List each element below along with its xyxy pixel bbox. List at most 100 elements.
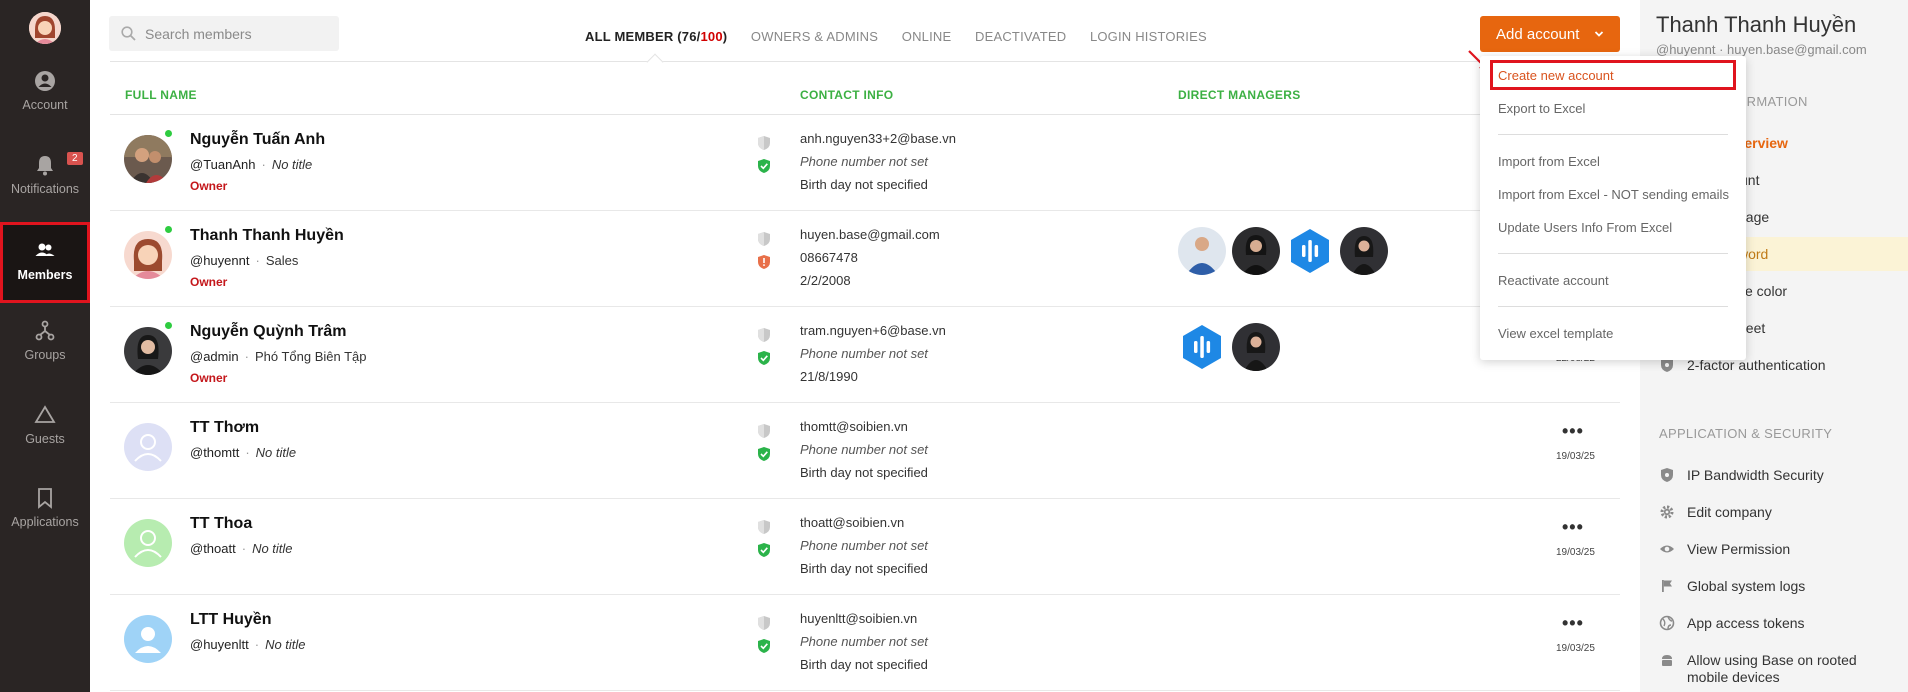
tabs-divider <box>110 61 1620 62</box>
member-handle-line: @TuanAnh · No title <box>190 157 313 172</box>
member-name[interactable]: TT Thoa <box>190 515 252 533</box>
nav-applications-label: Applications <box>11 515 79 529</box>
member-birthday: Birth day not specified <box>800 561 928 576</box>
manager-avatar[interactable] <box>1340 227 1388 275</box>
menu-reactivate-account[interactable]: Reactivate account <box>1498 273 1609 288</box>
member-handle-line: @huyennt · Sales <box>190 253 299 268</box>
member-username: @huyennt <box>190 253 250 268</box>
nav-members-label: Members <box>17 268 73 282</box>
member-title: No title <box>265 637 306 652</box>
member-phone: Phone number not set <box>800 634 928 649</box>
member-phone: Phone number not set <box>800 346 928 361</box>
members-icon <box>35 243 55 256</box>
manager-avatar-base-logo[interactable] <box>1178 323 1226 371</box>
search-box[interactable] <box>109 16 339 51</box>
more-options-button[interactable]: ••• <box>1562 613 1584 634</box>
more-options-button[interactable]: ••• <box>1562 517 1584 538</box>
member-title: Phó Tổng Biên Tập <box>254 349 367 364</box>
member-role-badge: Owner <box>190 179 228 193</box>
shield-check-icon <box>758 639 770 653</box>
member-name[interactable]: Thanh Thanh Huyền <box>190 227 344 245</box>
globe-icon <box>1659 615 1675 631</box>
tab-online[interactable]: ONLINE <box>902 29 952 44</box>
col-header-contact-info: CONTACT INFO <box>800 88 894 102</box>
shield-gray-icon <box>758 424 770 438</box>
member-avatar-placeholder[interactable] <box>124 423 172 471</box>
more-options-button[interactable]: ••• <box>1562 421 1584 442</box>
menu-view-excel-template[interactable]: View excel template <box>1498 326 1613 341</box>
add-account-button[interactable]: Add account <box>1480 16 1620 52</box>
search-input[interactable] <box>145 16 335 51</box>
member-birthday: 2/2/2008 <box>800 273 851 288</box>
nav-groups[interactable]: Groups <box>0 320 90 400</box>
add-account-dropdown: Create new account Export to Excel Impor… <box>1480 56 1746 360</box>
manager-avatar-base-logo[interactable] <box>1286 227 1334 275</box>
member-avatar[interactable] <box>124 231 172 279</box>
menu-global-logs[interactable]: Global system logs <box>1640 569 1908 603</box>
member-title: No title <box>255 445 297 460</box>
menu-create-new-account[interactable]: Create new account <box>1498 68 1614 83</box>
member-avatar[interactable] <box>124 135 172 183</box>
member-name[interactable]: LTT Huyền <box>190 611 271 629</box>
user-avatar[interactable] <box>29 12 61 44</box>
tab-owners-admins[interactable]: OWNERS & ADMINS <box>751 29 878 44</box>
tab-login-histories[interactable]: LOGIN HISTORIES <box>1090 29 1207 44</box>
shield-gray-icon <box>758 136 770 150</box>
nav-notifications-label: Notifications <box>10 182 80 196</box>
member-username: @huyenltt <box>190 637 249 652</box>
member-email: anh.nguyen33+2@base.vn <box>800 131 956 146</box>
shield-gray-icon <box>758 616 770 630</box>
member-row[interactable]: Nguyễn Quỳnh Trâm @admin · Phó Tổng Biên T… <box>110 307 1620 403</box>
member-name[interactable]: TT Thơm <box>190 419 259 437</box>
member-row[interactable]: Nguyễn Tuấn Anh @TuanAnh · No title Owner … <box>110 115 1620 211</box>
menu-rooted-devices[interactable]: Allow using Base on rooted mobile device… <box>1640 643 1908 691</box>
menu-edit-company[interactable]: Edit company <box>1640 495 1908 529</box>
member-row[interactable]: TT Thoa @thoatt · No title thoatt@soibien.… <box>110 499 1620 595</box>
online-indicator <box>164 225 173 234</box>
member-avatar[interactable] <box>124 327 172 375</box>
member-avatar-placeholder[interactable] <box>124 519 172 567</box>
member-name[interactable]: Nguyễn Quỳnh Trâm <box>190 323 346 341</box>
member-birthday: 21/8/1990 <box>800 369 858 384</box>
member-username: @thomtt <box>190 445 240 460</box>
member-row[interactable]: TT Thơm @thomtt · No title thomtt@soibien.… <box>110 403 1620 499</box>
manager-avatar[interactable] <box>1232 323 1280 371</box>
shield-gray-icon <box>758 232 770 246</box>
member-phone: Phone number not set <box>800 442 928 457</box>
nav-guests[interactable]: Guests <box>0 404 90 484</box>
profile-subtitle: @huyennt · huyen.base@gmail.com <box>1656 42 1867 57</box>
menu-export-excel[interactable]: Export to Excel <box>1498 101 1585 116</box>
shield-check-icon <box>758 447 770 461</box>
tab-all-member[interactable]: ALL MEMBER (76/100) <box>585 29 727 44</box>
shield-check-icon <box>758 543 770 557</box>
account-icon <box>35 71 55 91</box>
member-birthday: Birth day not specified <box>800 465 928 480</box>
member-handle-line: @admin · Phó Tổng Biên Tập <box>190 349 367 364</box>
menu-import-excel[interactable]: Import from Excel <box>1498 154 1600 169</box>
nav-members[interactable]: Members <box>0 222 90 303</box>
member-title: No title <box>271 157 313 172</box>
member-phone: Phone number not set <box>800 154 928 169</box>
manager-avatar[interactable] <box>1178 227 1226 275</box>
member-email: tram.nguyen+6@base.vn <box>800 323 946 338</box>
menu-update-users-info[interactable]: Update Users Info From Excel <box>1498 220 1672 235</box>
nav-account[interactable]: Account <box>0 70 90 150</box>
tab-deactivated[interactable]: DEACTIVATED <box>975 29 1066 44</box>
gear-icon <box>1660 505 1674 519</box>
menu-app-access-tokens[interactable]: App access tokens <box>1640 606 1908 640</box>
menu-import-excel-no-email[interactable]: Import from Excel - NOT sending emails <box>1498 187 1729 202</box>
member-handle-line: @thoatt · No title <box>190 541 293 556</box>
groups-icon <box>35 320 55 341</box>
member-avatar-placeholder[interactable] <box>124 615 172 663</box>
member-row[interactable]: Thanh Thanh Huyền @huyennt · Sales Owner h… <box>110 211 1620 307</box>
menu-divider <box>1498 134 1728 135</box>
nav-applications[interactable]: Applications <box>0 487 90 567</box>
member-date: 19/03/25 <box>1556 547 1595 558</box>
member-username: @TuanAnh <box>190 157 256 172</box>
menu-view-permission[interactable]: View Permission <box>1640 532 1908 566</box>
member-row[interactable]: LTT Huyền @huyenltt · No title huyenltt@so… <box>110 595 1620 691</box>
member-name[interactable]: Nguyễn Tuấn Anh <box>190 131 325 149</box>
manager-avatar[interactable] <box>1232 227 1280 275</box>
menu-ip-bandwidth[interactable]: IP Bandwidth Security <box>1640 458 1908 492</box>
flag-icon <box>1662 580 1672 592</box>
